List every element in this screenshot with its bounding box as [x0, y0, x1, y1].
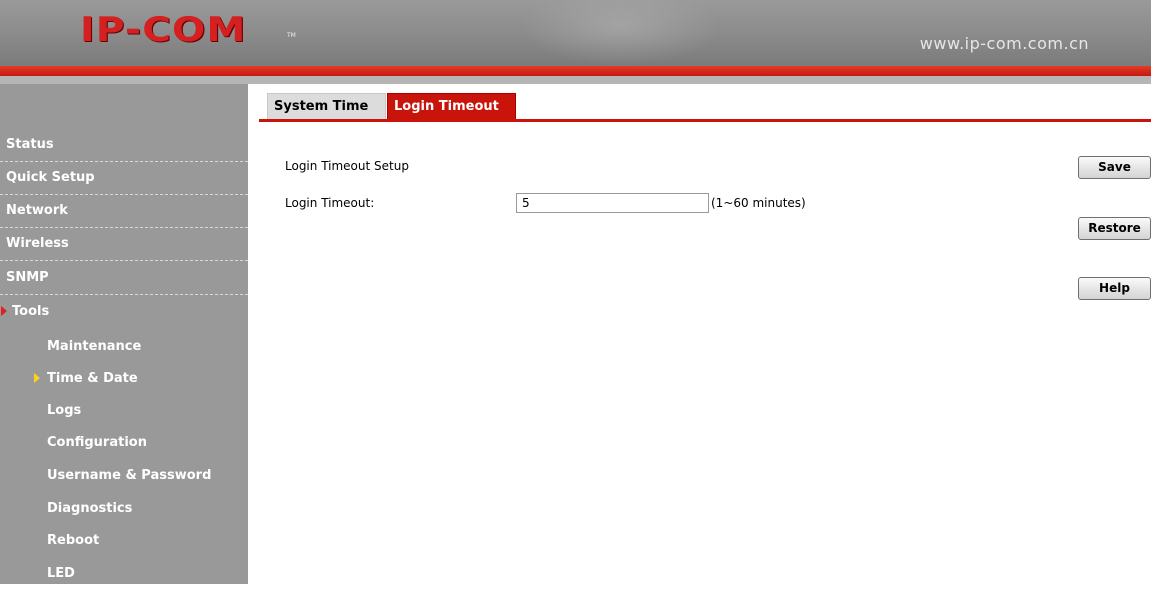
- save-button[interactable]: Save: [1078, 156, 1151, 179]
- sidebar-subitem-time-date[interactable]: Time & Date: [0, 364, 248, 394]
- header-grey-bar: [0, 76, 1151, 84]
- sidebar-subitem-label: Maintenance: [47, 339, 142, 354]
- world-map-graphic: [520, 0, 720, 66]
- sidebar-item-tools[interactable]: Tools: [0, 296, 248, 329]
- header-banner: IP-COM TM www.ip-com.com.cn: [0, 0, 1151, 66]
- active-arrow-icon: [34, 373, 40, 383]
- sidebar-subitem-label: LED: [47, 566, 75, 581]
- sidebar-subitem-logs[interactable]: Logs: [0, 396, 248, 426]
- sidebar-item-label: SNMP: [6, 270, 49, 285]
- sidebar-subitem-label: Diagnostics: [47, 501, 133, 516]
- help-button[interactable]: Help: [1078, 277, 1151, 300]
- sidebar-item-label: Quick Setup: [6, 170, 95, 185]
- sidebar-item-label: Tools: [12, 304, 50, 319]
- sidebar: Status Quick Setup Network Wireless SNMP…: [0, 84, 248, 584]
- sidebar-item-label: Wireless: [6, 236, 69, 251]
- sidebar-subitem-led[interactable]: LED: [0, 559, 248, 589]
- sidebar-subitem-maintenance[interactable]: Maintenance: [0, 332, 248, 362]
- active-arrow-icon: [1, 306, 7, 316]
- login-timeout-label: Login Timeout:: [285, 196, 375, 210]
- sidebar-subitem-diagnostics[interactable]: Diagnostics: [0, 494, 248, 524]
- sidebar-item-quick-setup[interactable]: Quick Setup: [0, 162, 248, 195]
- site-url: www.ip-com.com.cn: [919, 34, 1089, 53]
- sidebar-item-label: Network: [6, 203, 68, 218]
- sidebar-subitem-label: Logs: [47, 403, 82, 418]
- section-title: Login Timeout Setup: [285, 159, 409, 173]
- sidebar-subitem-label: Time & Date: [47, 371, 138, 386]
- sidebar-subitem-reboot[interactable]: Reboot: [0, 526, 248, 556]
- sidebar-item-wireless[interactable]: Wireless: [0, 228, 248, 261]
- sidebar-subitem-label: Configuration: [47, 435, 147, 450]
- tab-label: System Time: [274, 99, 369, 114]
- sidebar-item-status[interactable]: Status: [0, 129, 248, 162]
- sidebar-item-snmp[interactable]: SNMP: [0, 262, 248, 295]
- sidebar-item-label: Status: [6, 137, 54, 152]
- tab-label: Login Timeout: [394, 99, 499, 114]
- sidebar-subitem-label: Username & Password: [47, 468, 212, 483]
- sidebar-subitem-username-password[interactable]: Username & Password: [0, 461, 248, 491]
- ip-com-logo: IP-COM: [80, 10, 247, 50]
- restore-button[interactable]: Restore: [1078, 217, 1151, 240]
- sidebar-item-network[interactable]: Network: [0, 195, 248, 228]
- tab-login-timeout[interactable]: Login Timeout: [387, 93, 516, 120]
- sidebar-subitem-label: Reboot: [47, 533, 100, 548]
- login-timeout-hint: (1~60 minutes): [711, 196, 806, 210]
- sidebar-subitem-configuration[interactable]: Configuration: [0, 428, 248, 458]
- tab-system-time[interactable]: System Time: [267, 93, 386, 120]
- login-timeout-input[interactable]: [516, 193, 709, 213]
- logo-trademark: TM: [287, 32, 296, 39]
- tab-underline: [259, 119, 1151, 122]
- header-red-bar: [0, 66, 1151, 76]
